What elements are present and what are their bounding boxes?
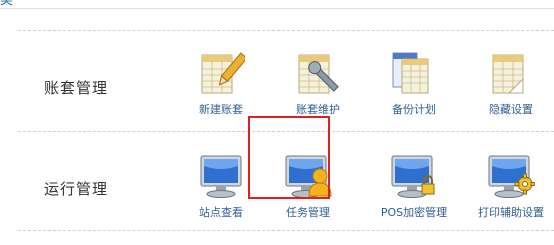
item-label: 备份计划: [392, 103, 436, 116]
task-management-highlight: [248, 116, 330, 199]
monitor-gear-icon: [488, 155, 535, 198]
new-ledger-button[interactable]: 新建账套: [179, 49, 263, 117]
bottom-divider: [18, 230, 554, 231]
item-label: 隐藏设置: [489, 103, 533, 116]
top-divider: [0, 8, 554, 9]
item-label: 任务管理: [286, 206, 330, 219]
section-title: 运行管理: [44, 180, 109, 198]
item-label: 站点查看: [199, 206, 243, 219]
item-label: 账套维护: [296, 103, 340, 116]
backup-plan-icon: [392, 52, 429, 94]
monitor-icon: [200, 155, 242, 198]
top-tab-label[interactable]: 类: [0, 0, 13, 8]
monitor-lock-icon: [391, 155, 435, 198]
section-title: 账套管理: [44, 79, 109, 97]
print-assist-button[interactable]: 打印辅助设置: [469, 152, 553, 220]
hide-settings-button[interactable]: 隐藏设置: [469, 49, 553, 117]
ledger-maintenance-button[interactable]: 账套维护: [276, 49, 360, 117]
ledger-wrench-icon: [298, 54, 339, 94]
backup-plan-button[interactable]: 备份计划: [372, 49, 456, 117]
hide-settings-icon: [492, 54, 524, 94]
pos-encryption-button[interactable]: POS加密管理: [372, 152, 456, 220]
item-label: 新建账套: [199, 103, 243, 116]
new-ledger-pencil-icon: [201, 52, 245, 94]
item-label: POS加密管理: [380, 206, 448, 219]
item-label: 打印辅助设置: [478, 206, 544, 219]
